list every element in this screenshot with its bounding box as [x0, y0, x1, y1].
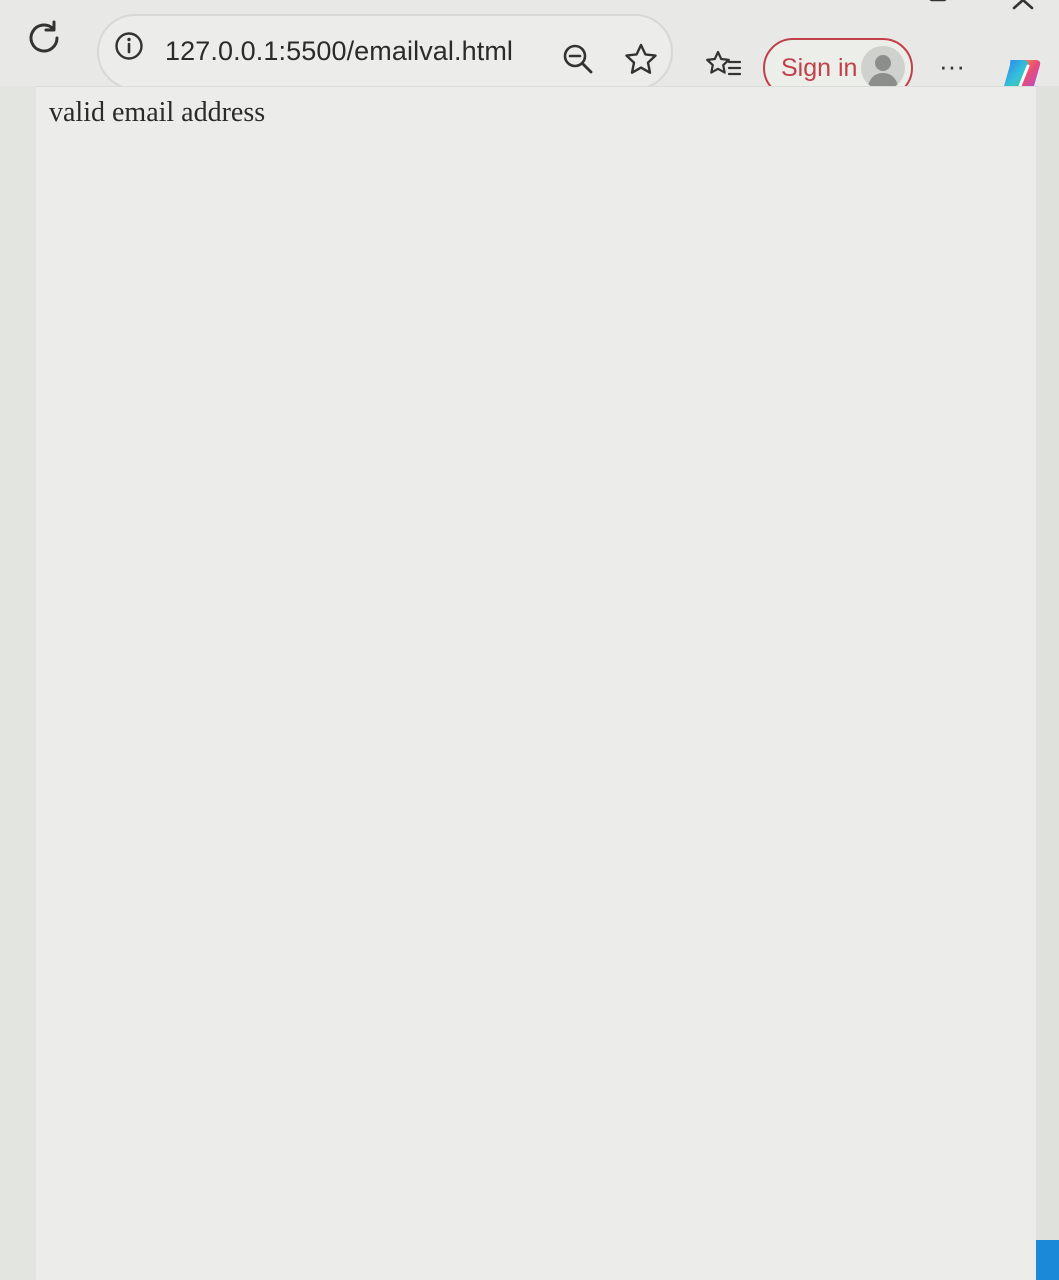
url-text[interactable]: 127.0.0.1:5500/emailval.html: [165, 36, 513, 67]
info-icon[interactable]: [113, 30, 145, 62]
chevron-up-icon[interactable]: [1008, 0, 1038, 12]
restore-icon[interactable]: [928, 0, 958, 12]
address-bar[interactable]: 127.0.0.1:5500/emailval.html: [97, 14, 673, 90]
window-left-edge: [0, 86, 36, 1280]
profile-icon: [861, 46, 905, 90]
more-options-button[interactable]: ···: [934, 53, 970, 79]
star-icon[interactable]: [623, 42, 659, 78]
scrollbar-button[interactable]: [1036, 1240, 1059, 1280]
scrollbar-track[interactable]: [1036, 86, 1059, 1240]
zoom-out-icon[interactable]: [561, 42, 595, 76]
browser-window: 127.0.0.1:5500/emailval.html Sign in ···…: [0, 0, 1059, 1280]
page-text: valid email address: [49, 97, 266, 128]
browser-toolbar: 127.0.0.1:5500/emailval.html Sign in ···: [0, 0, 1059, 100]
refresh-icon: [29, 20, 59, 53]
sign-in-label: Sign in: [781, 53, 858, 82]
favorites-icon[interactable]: [704, 46, 742, 84]
page-viewport: valid email address: [36, 86, 1036, 1280]
refresh-button[interactable]: [22, 18, 66, 58]
